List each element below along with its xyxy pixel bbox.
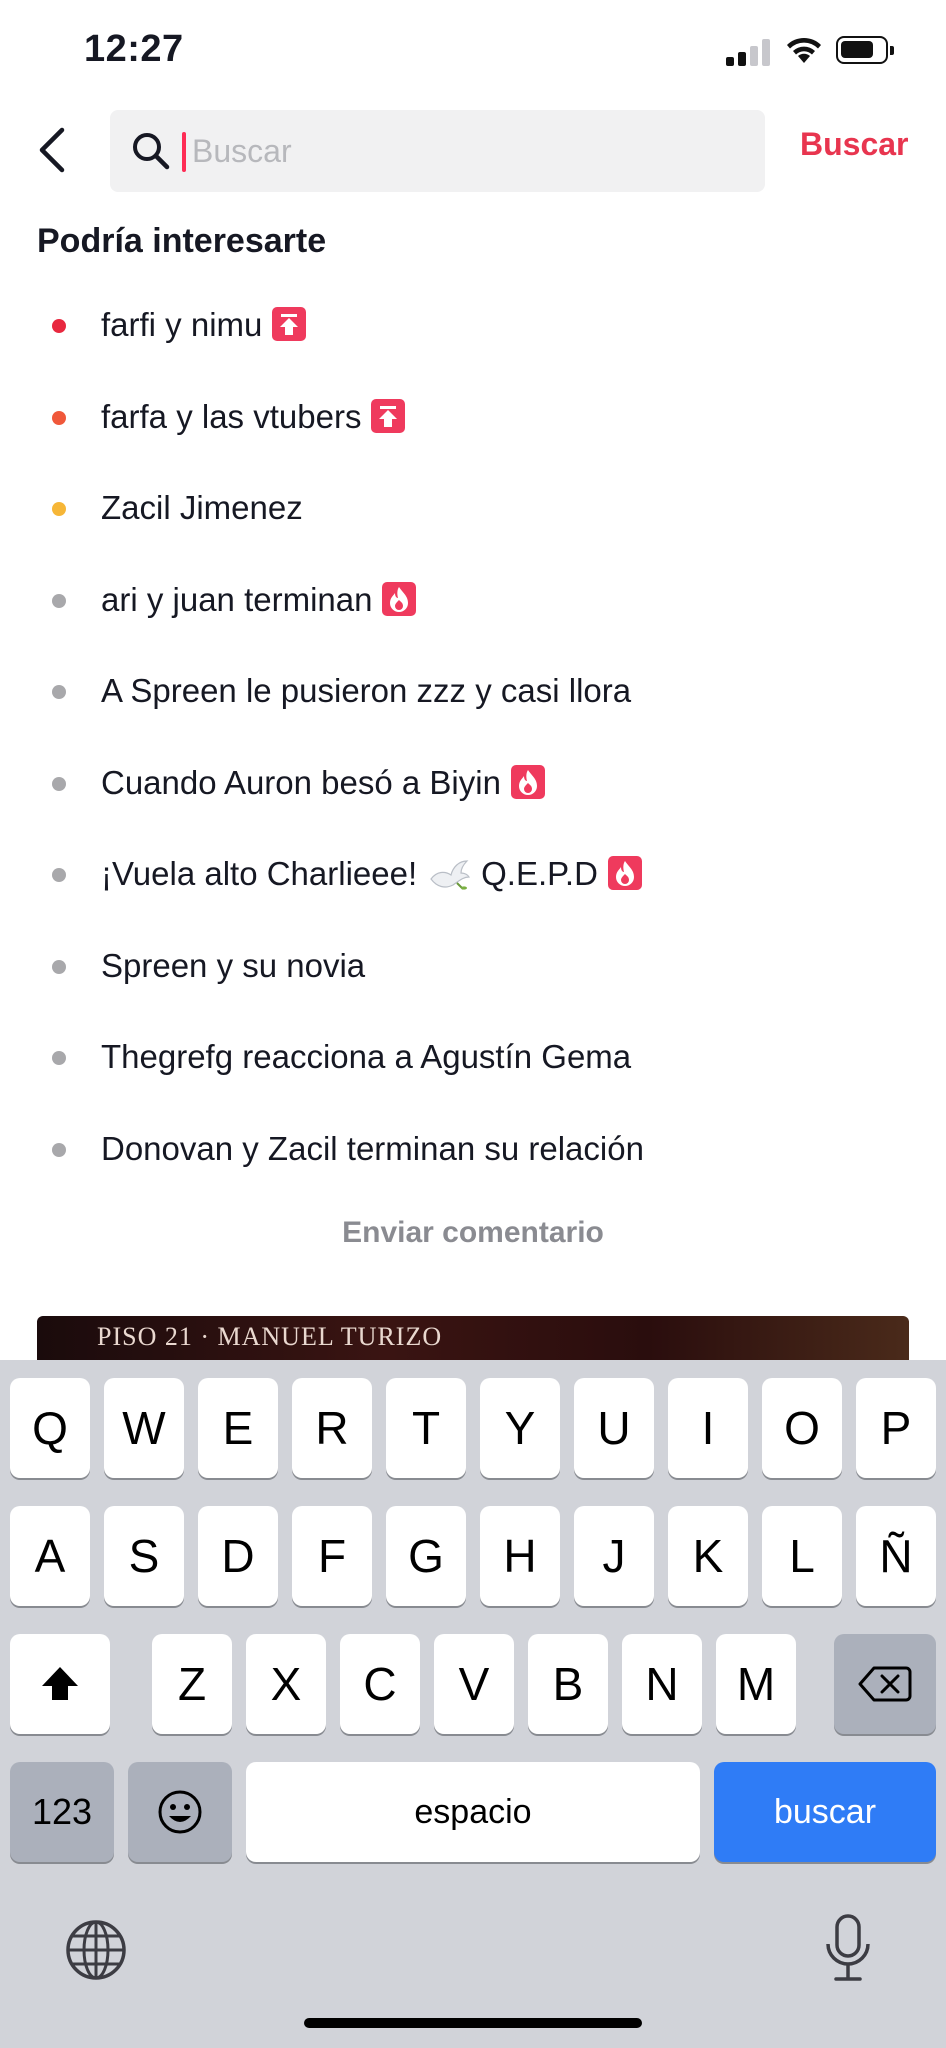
key-a[interactable]: A [10,1506,90,1606]
rank-dot [52,502,66,516]
trending-up-icon [371,398,406,433]
key-o[interactable]: O [762,1378,842,1478]
suggestion-text: Thegrefg reacciona a Agustín Gema [101,1038,632,1075]
wifi-icon [787,37,821,63]
suggestion-list: farfi y nimu farfa y las vtubers Zacil J… [0,280,946,1195]
key-w[interactable]: W [104,1378,184,1478]
suggestion-text: Cuando Auron besó a Biyin [101,763,501,801]
search-button[interactable]: Buscar [800,126,909,163]
key-l[interactable]: L [762,1506,842,1606]
emoji-smiley-icon [158,1790,202,1834]
key-c[interactable]: C [340,1634,420,1734]
suggestion-text: Donovan y Zacil terminan su relación [101,1129,644,1167]
suggestion-item[interactable]: farfa y las vtubers [0,372,946,464]
key-b[interactable]: B [528,1634,608,1734]
shift-arrow-icon [42,1667,78,1700]
thumbnail-caption: PISO 21 · MANUEL TURIZO [97,1322,443,1351]
search-input[interactable] [180,110,752,192]
search-return-key[interactable]: buscar [714,1762,936,1862]
key-v[interactable]: V [434,1634,514,1734]
search-icon [133,133,170,170]
section-title: Podría interesarte [37,222,327,260]
send-feedback-link[interactable]: Enviar comentario [0,1216,946,1250]
suggestion-item[interactable]: ¡Vuela alto Charlieee! Q.E.P.D [0,829,946,921]
rank-dot [52,959,66,974]
backspace-icon [858,1666,912,1702]
key-e[interactable]: E [198,1378,278,1478]
suggestion-text: Zacil Jimenez [101,489,303,526]
search-box[interactable] [110,110,765,192]
key-m[interactable]: M [716,1634,796,1734]
key-s[interactable]: S [104,1506,184,1606]
key-p[interactable]: P [856,1378,936,1478]
status-time: 12:27 [84,28,184,70]
numbers-key[interactable]: 123 [10,1762,114,1862]
space-key[interactable]: espacio [246,1762,700,1862]
key-f[interactable]: F [292,1506,372,1606]
status-bar: 12:27 [0,0,946,100]
key-q[interactable]: Q [10,1378,90,1478]
hot-flame-icon [607,856,642,890]
key-z[interactable]: Z [152,1634,232,1734]
suggestion-item[interactable]: Spreen y su novia [0,921,946,1013]
rank-dot [52,319,66,333]
suggestion-item[interactable]: Cuando Auron besó a Biyin [0,738,946,830]
suggestion-text: A Spreen le pusieron zzz y casi llora [101,672,632,709]
key-n[interactable]: N [622,1634,702,1734]
suggestion-text-suffix: Q.E.P.D [481,855,598,892]
microphone-icon[interactable] [822,1912,874,1984]
key-j[interactable]: J [574,1506,654,1606]
key-g[interactable]: G [386,1506,466,1606]
emoji-key[interactable] [128,1762,232,1862]
suggestion-item[interactable]: A Spreen le pusieron zzz y casi llora [0,646,946,738]
suggestion-text: farfa y las vtubers [101,397,362,435]
key-h[interactable]: H [480,1506,560,1606]
key-u[interactable]: U [574,1378,654,1478]
rank-dot [52,410,66,425]
suggestion-text: farfi y nimu [101,306,263,343]
rank-dot [52,868,66,882]
key-i[interactable]: I [668,1378,748,1478]
rank-dot [52,1142,66,1157]
rank-dot [52,776,66,791]
suggestion-item[interactable]: Thegrefg reacciona a Agustín Gema [0,1012,946,1104]
key-k[interactable]: K [668,1506,748,1606]
suggestion-text: Spreen y su novia [101,946,366,984]
suggestion-item[interactable]: ari y juan terminan [0,555,946,647]
shift-key[interactable] [10,1634,110,1734]
key-x[interactable]: X [246,1634,326,1734]
battery-icon [836,36,894,64]
suggestion-item[interactable]: Zacil Jimenez [0,463,946,555]
key-t[interactable]: T [386,1378,466,1478]
key-d[interactable]: D [198,1506,278,1606]
key-y[interactable]: Y [480,1378,560,1478]
back-arrow-icon[interactable] [34,124,74,176]
delete-key[interactable] [834,1634,936,1734]
trending-up-icon [272,307,307,341]
globe-icon[interactable] [64,1918,128,1982]
rank-dot [52,593,66,608]
key-r[interactable]: R [292,1378,372,1478]
hot-flame-icon [382,581,417,616]
video-thumbnail[interactable]: PISO 21 · MANUEL TURIZO [37,1316,909,1362]
cellular-signal-icon [726,38,770,66]
hot-flame-icon [510,764,545,799]
suggestion-text: ¡Vuela alto Charlieee! [101,855,418,892]
rank-dot [52,1051,66,1065]
suggestion-item[interactable]: farfi y nimu [0,280,946,372]
suggestion-item[interactable]: Donovan y Zacil terminan su relación [0,1104,946,1196]
keyboard: Q W E R T Y U I O P A S D F G H J K L Ñ … [0,1360,946,2048]
home-indicator [304,2018,642,2028]
dove-emoji-icon [430,860,471,890]
key-enye[interactable]: Ñ [856,1506,936,1606]
rank-dot [52,685,66,699]
suggestion-text: ari y juan terminan [101,580,373,618]
